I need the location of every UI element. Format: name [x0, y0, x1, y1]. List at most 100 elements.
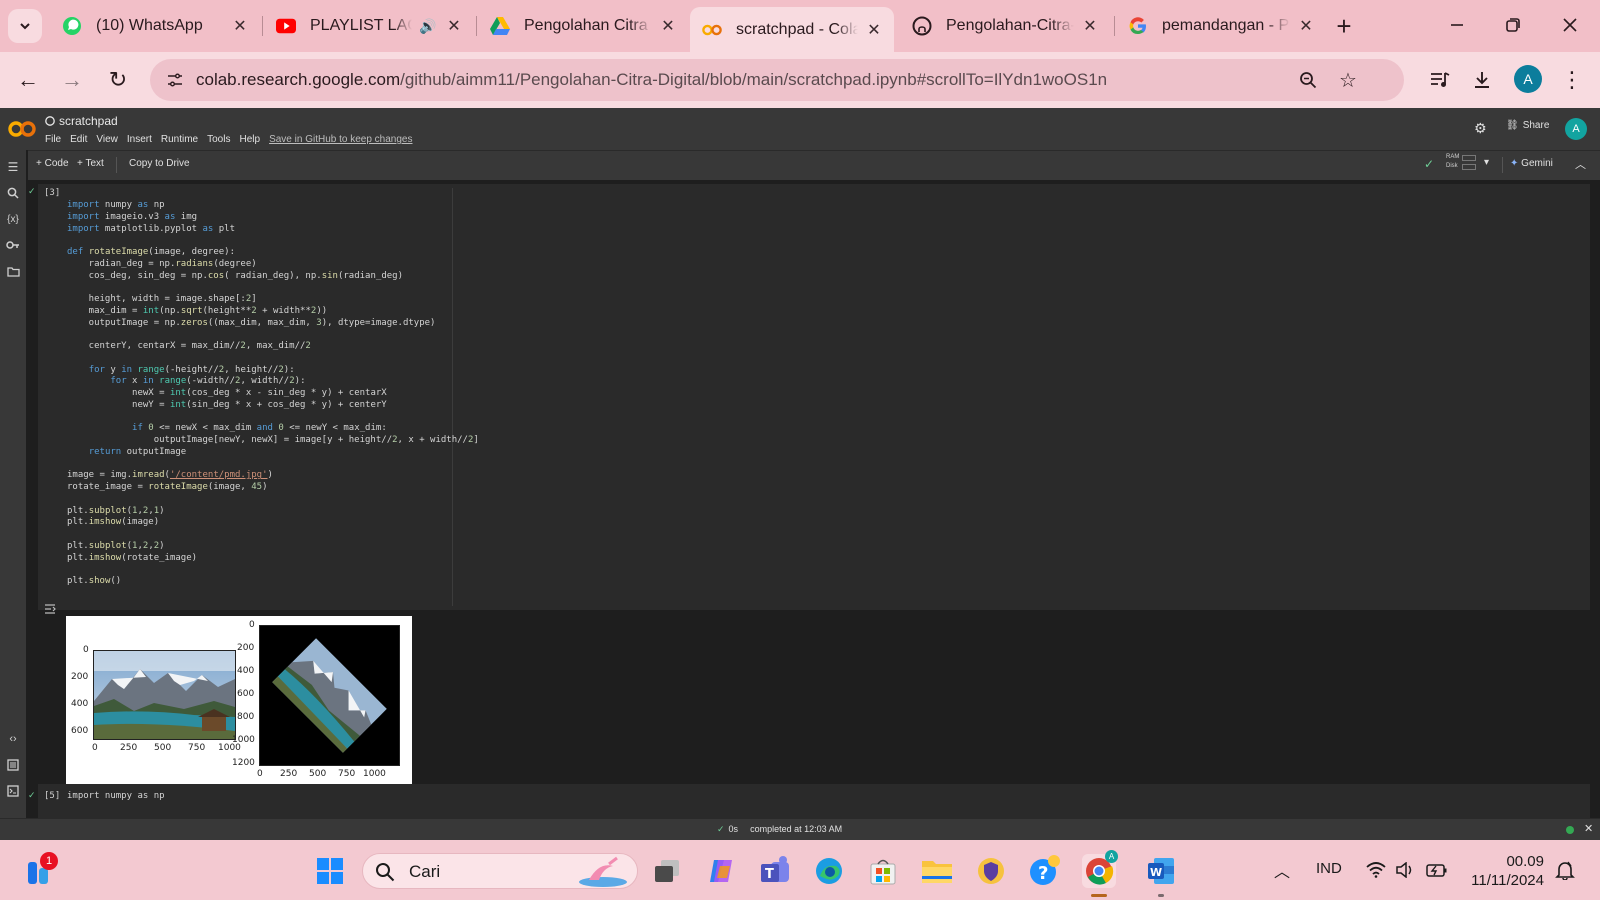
chrome-active-indicator: [1091, 894, 1107, 897]
clock-time: 00.09: [1506, 853, 1544, 870]
code-cell[interactable]: ✓ [3] import numpy as np import imageio.…: [28, 184, 1590, 610]
speaker-icon[interactable]: 🔊: [418, 16, 438, 36]
terminal-icon[interactable]: [4, 782, 22, 800]
menu-help[interactable]: Help: [239, 134, 260, 145]
new-tab-button[interactable]: +: [1330, 11, 1358, 41]
close-icon[interactable]: ✕: [1296, 16, 1316, 36]
share-button[interactable]: ⛓ Share: [1506, 120, 1549, 131]
notebook-toolbar: + Code + Text Copy to Drive ✓ RAM Disk ▾…: [28, 150, 1600, 180]
input-language[interactable]: IND: [1316, 860, 1342, 877]
secrets-key-icon[interactable]: [4, 236, 22, 254]
close-icon[interactable]: ✕: [1584, 822, 1593, 835]
google-drive-icon: [490, 16, 510, 36]
youtube-icon: [276, 16, 296, 36]
address-bar[interactable]: colab.research.google.com/github/aimm11/…: [150, 59, 1404, 101]
bookmark-star-icon[interactable]: ☆: [1336, 68, 1360, 92]
profile-avatar[interactable]: A: [1514, 65, 1542, 93]
menu-runtime[interactable]: Runtime: [161, 134, 198, 145]
close-icon: [1563, 18, 1577, 32]
tab-divider: [1114, 16, 1115, 36]
teams-app[interactable]: T: [758, 854, 792, 888]
chrome-menu-button[interactable]: ⋮: [1556, 64, 1588, 96]
start-button[interactable]: [313, 854, 347, 888]
folder-icon[interactable]: [4, 262, 22, 280]
copy-to-drive-button[interactable]: Copy to Drive: [129, 158, 190, 169]
file-explorer-app[interactable]: [920, 854, 954, 888]
y-tick-label: 0: [249, 620, 255, 630]
media-controls-button[interactable]: [1424, 64, 1456, 96]
chrome-app[interactable]: A: [1082, 850, 1118, 888]
tab-title: Pengolahan Citra D: [524, 17, 652, 34]
zoom-icon[interactable]: [1296, 68, 1320, 92]
downloads-button[interactable]: [1466, 64, 1498, 96]
menu-edit[interactable]: Edit: [70, 134, 87, 145]
close-icon[interactable]: ✕: [230, 16, 250, 36]
close-icon[interactable]: ✕: [864, 20, 884, 40]
table-of-contents-icon[interactable]: ☰: [4, 158, 22, 176]
notebook-area: ✓ [3] import numpy as np import imageio.…: [26, 180, 1600, 818]
runtime-dropdown-chevron-icon[interactable]: ▾: [1484, 157, 1489, 168]
notifications-bell-icon[interactable]: [1555, 860, 1575, 880]
word-app[interactable]: W: [1144, 854, 1178, 888]
output-actions-icon[interactable]: [44, 604, 58, 618]
add-code-cell-button[interactable]: + Code: [36, 158, 69, 169]
reload-button[interactable]: ↻: [102, 64, 134, 96]
code-editor[interactable]: import numpy as np import imageio.v3 as …: [67, 200, 479, 588]
volume-icon[interactable]: [1396, 862, 1416, 878]
collapse-chevron-up-icon[interactable]: ︿: [1575, 156, 1586, 172]
battery-charging-icon[interactable]: [1426, 862, 1448, 878]
variables-icon[interactable]: {x}: [4, 210, 22, 228]
close-icon[interactable]: ✕: [1080, 16, 1100, 36]
command-palette-icon[interactable]: [4, 756, 22, 774]
arrow-right-icon: →: [61, 67, 83, 92]
menu-file[interactable]: File: [45, 134, 61, 145]
code-editor[interactable]: import numpy as np: [67, 791, 165, 801]
restore-button[interactable]: [1493, 10, 1533, 40]
menu-tools[interactable]: Tools: [207, 134, 230, 145]
tab-search-button[interactable]: [8, 9, 42, 43]
y-tick-label: 1000: [232, 735, 255, 745]
tab-google-drive[interactable]: Pengolahan Citra D ✕: [478, 8, 688, 44]
close-icon[interactable]: ✕: [658, 16, 678, 36]
add-text-cell-button[interactable]: + Text: [77, 158, 104, 169]
menu-view[interactable]: View: [96, 134, 118, 145]
x-tick-label: 750: [188, 743, 206, 753]
tab-colab-scratchpad[interactable]: scratchpad - Colab ✕: [690, 7, 894, 52]
colab-logo-icon[interactable]: [8, 119, 36, 139]
tab-youtube-playlist[interactable]: PLAYLIST LAGU 🔊 ✕: [264, 8, 474, 44]
wifi-icon[interactable]: [1366, 862, 1386, 878]
gear-icon: ⚙: [1474, 120, 1487, 136]
site-settings-icon[interactable]: [162, 67, 188, 93]
execution-status[interactable]: ✓ 0s completed at 12:03 AM: [717, 824, 842, 835]
save-in-github-link[interactable]: Save in GitHub to keep changes: [269, 134, 412, 145]
microsoft-store-app[interactable]: [866, 854, 900, 888]
close-icon[interactable]: ✕: [444, 16, 464, 36]
get-help-app[interactable]: ?: [1028, 854, 1062, 888]
edge-app[interactable]: [812, 854, 846, 888]
word-icon: W: [1148, 858, 1174, 884]
tab-whatsapp[interactable]: (10) WhatsApp ✕: [50, 8, 260, 44]
notebook-title[interactable]: scratchpad: [45, 114, 118, 128]
minimize-button[interactable]: [1437, 10, 1477, 40]
resource-monitor[interactable]: RAM Disk: [1446, 154, 1488, 176]
close-window-button[interactable]: [1550, 10, 1590, 40]
vpn-app[interactable]: [974, 854, 1008, 888]
account-avatar[interactable]: A: [1565, 118, 1587, 140]
tab-google-search[interactable]: pemandangan - Pe ✕: [1116, 8, 1326, 44]
taskbar-clock[interactable]: 00.09 11/11/2024: [1468, 852, 1544, 890]
url-text[interactable]: colab.research.google.com/github/aimm11/…: [196, 70, 1107, 90]
code-snippets-icon[interactable]: ‹›: [4, 730, 22, 748]
taskbar-search[interactable]: Cari: [362, 853, 638, 889]
show-hidden-icons-chevron-icon[interactable]: ︿: [1274, 858, 1290, 882]
task-view-button[interactable]: [650, 854, 684, 888]
menu-insert[interactable]: Insert: [127, 134, 152, 145]
tab-github[interactable]: Pengolahan-Citra-I ✕: [900, 8, 1110, 44]
copilot-app[interactable]: [704, 854, 738, 888]
chrome-profile-badge: A: [1105, 850, 1118, 863]
forward-button[interactable]: →: [56, 64, 88, 96]
code-cell[interactable]: ✓ [5] import numpy as np: [28, 784, 1590, 818]
gemini-button[interactable]: ✦ Gemini: [1510, 158, 1553, 169]
search-icon[interactable]: [4, 184, 22, 202]
settings-button[interactable]: ⚙: [1474, 120, 1487, 137]
back-button[interactable]: ←: [12, 64, 44, 96]
